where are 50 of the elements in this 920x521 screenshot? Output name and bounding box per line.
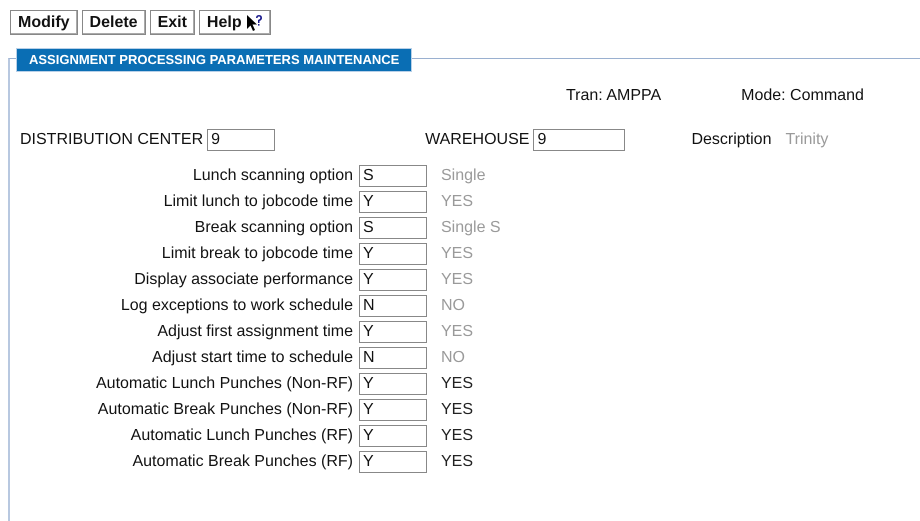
value-meaning: YES	[441, 271, 474, 289]
value-meaning: YES	[441, 401, 474, 419]
panel-title: ASSIGNMENT PROCESSING PARAMETERS MAINTENANCE	[16, 48, 412, 72]
description-value: Trinity	[785, 131, 828, 149]
value-meaning: YES	[441, 193, 474, 211]
value-meaning: NO	[441, 349, 465, 367]
transaction-code: Tran: AMPPA	[566, 87, 662, 105]
field-label: Automatic Lunch Punches (Non-RF)	[96, 375, 353, 393]
field-label: Limit break to jobcode time	[162, 245, 353, 263]
value-meaning: YES	[441, 453, 474, 471]
input-field[interactable]: Y	[359, 373, 427, 395]
field-label: DISTRIBUTION CENTER	[20, 131, 204, 149]
pointer-question-icon	[244, 14, 263, 32]
field-label: Adjust start time to schedule	[152, 349, 353, 367]
input-field[interactable]: Y	[359, 425, 427, 447]
value-meaning: NO	[441, 297, 465, 315]
mode-label: Mode: Command	[741, 87, 864, 105]
field-label: Limit lunch to jobcode time	[164, 193, 353, 211]
input-field[interactable]: Y	[359, 269, 427, 291]
input-field[interactable]: S	[359, 165, 427, 187]
value-meaning: YES	[441, 375, 474, 393]
input-field[interactable]: 9	[533, 129, 626, 151]
input-field[interactable]: S	[359, 217, 427, 239]
value-meaning: Single	[441, 167, 486, 185]
input-field[interactable]: Y	[359, 321, 427, 343]
value-meaning: YES	[441, 427, 474, 445]
field-label: Automatic Break Punches (Non-RF)	[98, 401, 353, 419]
input-field[interactable]: Y	[359, 243, 427, 265]
field-label: Automatic Lunch Punches (RF)	[130, 427, 353, 445]
value-meaning: Single S	[441, 219, 501, 237]
value-meaning: YES	[441, 245, 474, 263]
field-label: Description	[691, 131, 772, 149]
field-label: Adjust first assignment time	[157, 323, 353, 341]
field-label: Display associate performance	[134, 271, 353, 289]
input-field[interactable]: Y	[359, 399, 427, 421]
input-field[interactable]: 9	[207, 129, 276, 151]
field-label: Automatic Break Punches (RF)	[132, 453, 353, 471]
toolbar-button[interactable]: Delete	[82, 10, 146, 35]
toolbar-button[interactable]: Exit	[150, 10, 195, 35]
toolbar-button[interactable]: Modify	[10, 10, 78, 35]
field-label: Lunch scanning option	[192, 167, 353, 185]
toolbar-button[interactable]: Help	[198, 10, 271, 35]
input-field[interactable]: N	[359, 347, 427, 369]
field-label: WAREHOUSE	[425, 131, 530, 149]
field-label: Break scanning option	[194, 219, 353, 237]
field-label: Log exceptions to work schedule	[120, 297, 353, 315]
input-field[interactable]: Y	[359, 191, 427, 213]
input-field[interactable]: N	[359, 295, 427, 317]
input-field[interactable]: Y	[359, 451, 427, 473]
value-meaning: YES	[441, 323, 474, 341]
